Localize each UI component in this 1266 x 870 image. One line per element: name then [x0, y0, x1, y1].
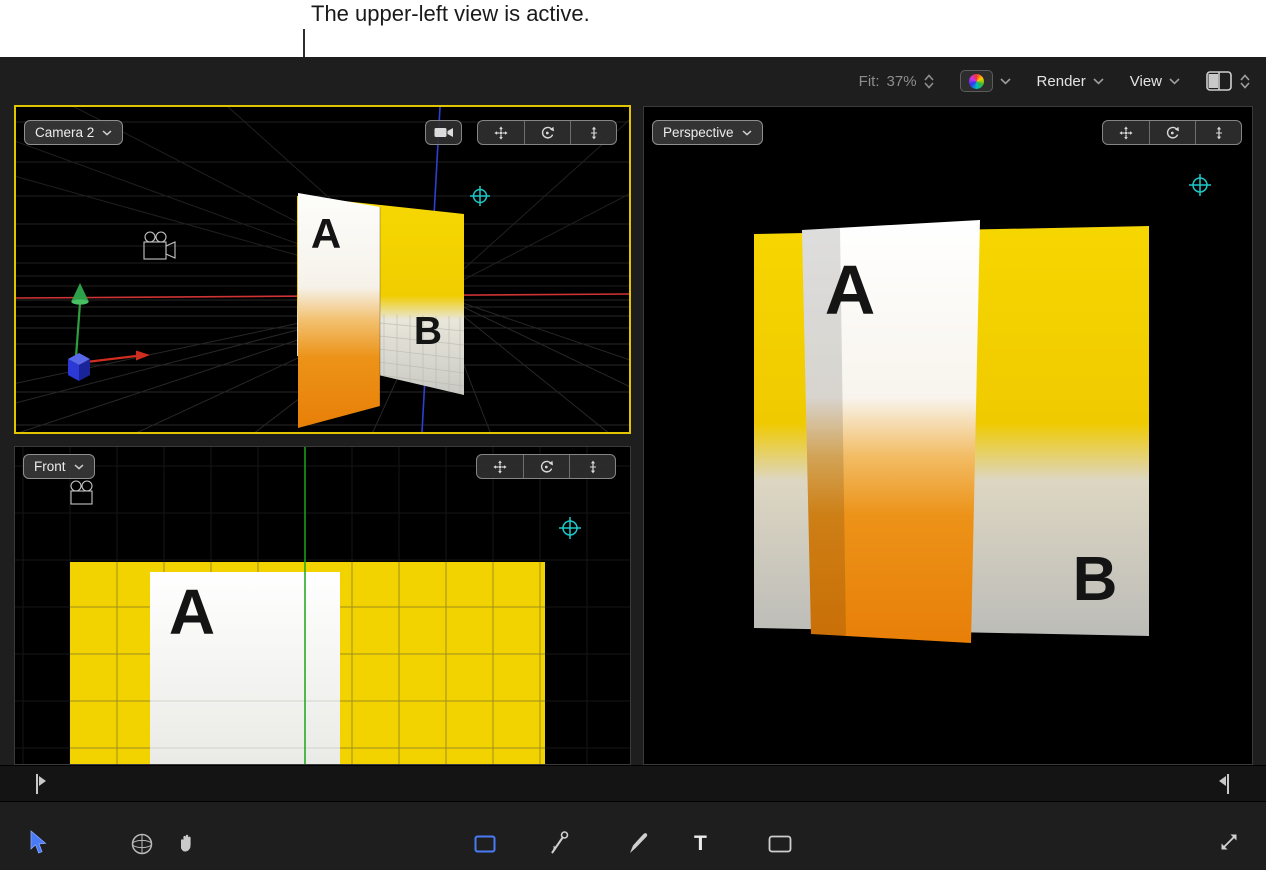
plane-a-letter: A [825, 251, 876, 329]
pan-icon [493, 460, 507, 474]
color-controls-button[interactable] [960, 70, 1011, 92]
canvas-toolbar: Fit: 37% Render [0, 57, 1266, 105]
object-a-plane[interactable]: A [150, 572, 340, 764]
video-camera-icon [434, 126, 454, 139]
camera-view-button[interactable] [425, 120, 462, 145]
zoom-fit-control[interactable]: Fit: 37% [859, 73, 934, 90]
view-tools-group [476, 454, 616, 479]
canvas-area: Fit: 37% Render [0, 57, 1266, 870]
view-tools-group [477, 120, 617, 145]
view-popup-label: Perspective [663, 125, 734, 140]
rectangle-tool-button[interactable] [474, 835, 496, 853]
chevron-down-icon [1093, 78, 1104, 85]
brush-icon [628, 830, 650, 855]
view-popup-camera2[interactable]: Camera 2 [24, 120, 123, 145]
object-a-plane[interactable]: A [298, 193, 380, 428]
render-menu-label: Render [1037, 73, 1086, 90]
paint-stroke-tool-button[interactable] [628, 830, 650, 855]
range-end-marker[interactable] [1216, 772, 1232, 796]
pan-view-button[interactable] [477, 455, 523, 478]
view-popup-label: Front [34, 459, 66, 474]
expand-view-button[interactable] [1218, 831, 1240, 853]
viewport-camera2-active[interactable]: B A Camera 2 [14, 105, 631, 434]
select-arrow-tool-button[interactable] [28, 830, 48, 856]
world-axis-crosshair-icon [1189, 174, 1211, 196]
camera-object-icon[interactable] [71, 481, 92, 504]
stepper-icon [1240, 74, 1250, 89]
viewport-perspective[interactable]: B A Perspective [643, 106, 1253, 765]
world-axis-crosshair-icon [559, 517, 581, 539]
motion-canvas-window: The upper-left view is active. Fit: 37% [0, 0, 1266, 870]
chevron-down-icon [1000, 78, 1011, 85]
chevron-down-icon [1169, 78, 1180, 85]
front-scene: A [15, 447, 630, 764]
orbit-view-button[interactable] [523, 455, 569, 478]
viewport-front[interactable]: A Front [14, 446, 631, 765]
chevron-down-icon [742, 130, 752, 136]
plane-b-letter: B [414, 310, 442, 353]
plane-b-letter: B [1073, 545, 1118, 614]
chevron-down-icon [102, 130, 112, 136]
tools-toolbar: T [0, 802, 1266, 870]
dolly-icon [587, 126, 601, 140]
color-swatch-button [960, 70, 993, 92]
pan-icon [494, 126, 508, 140]
mask-rectangle-tool-button[interactable] [768, 835, 792, 853]
chevron-down-icon [74, 464, 84, 470]
perspective-scene: B A [644, 107, 1252, 764]
color-wheel-icon [969, 74, 984, 89]
pan-icon [1119, 126, 1133, 140]
view-menu-button[interactable]: View [1130, 73, 1180, 90]
split-layout-icon [1206, 71, 1233, 92]
pan-hand-tool-button[interactable] [176, 831, 198, 855]
layout-selector-button[interactable] [1206, 71, 1250, 92]
render-menu-button[interactable]: Render [1037, 73, 1104, 90]
dolly-view-button[interactable] [1195, 121, 1241, 144]
rectangle-icon [474, 835, 496, 853]
camera2-scene: B A [16, 107, 629, 432]
select-arrow-icon [28, 830, 48, 856]
pan-view-button[interactable] [478, 121, 524, 144]
dolly-view-button[interactable] [569, 455, 615, 478]
callout-line [303, 29, 305, 57]
orbit-view-button[interactable] [1149, 121, 1195, 144]
orbit-icon [539, 460, 554, 474]
rect-outline-icon [768, 835, 792, 853]
dolly-icon [1212, 126, 1226, 140]
text-tool-button[interactable]: T [694, 832, 707, 856]
view-menu-label: View [1130, 73, 1162, 90]
bezier-pen-icon [548, 830, 570, 856]
plane-a-letter: A [169, 576, 215, 648]
orbit-icon [540, 126, 555, 140]
hand-icon [176, 831, 198, 855]
bezier-tool-button[interactable] [548, 830, 570, 856]
adjust-3d-transform-tool-button[interactable] [130, 832, 154, 856]
stepper-icon [924, 74, 934, 89]
view-popup-perspective[interactable]: Perspective [652, 120, 763, 145]
view-popup-label: Camera 2 [35, 125, 94, 140]
dolly-icon [586, 460, 600, 474]
annotation-text: The upper-left view is active. [311, 1, 590, 27]
dolly-view-button[interactable] [570, 121, 616, 144]
timeline-track[interactable] [0, 765, 1266, 802]
view-popup-front[interactable]: Front [23, 454, 95, 479]
orbit-view-button[interactable] [524, 121, 570, 144]
fit-value: 37% [887, 73, 917, 90]
fit-label: Fit: [859, 73, 880, 90]
view-tools-group [1102, 120, 1242, 145]
transform-3d-icon [130, 832, 154, 856]
plane-a-letter: A [311, 210, 341, 257]
object-a-plane[interactable]: A [802, 220, 980, 643]
range-start-marker[interactable] [33, 772, 49, 796]
resize-diagonal-icon [1218, 831, 1240, 853]
pan-view-button[interactable] [1103, 121, 1149, 144]
world-axis-crosshair-icon [470, 186, 490, 206]
orbit-icon [1165, 126, 1180, 140]
text-tool-label: T [694, 832, 707, 856]
